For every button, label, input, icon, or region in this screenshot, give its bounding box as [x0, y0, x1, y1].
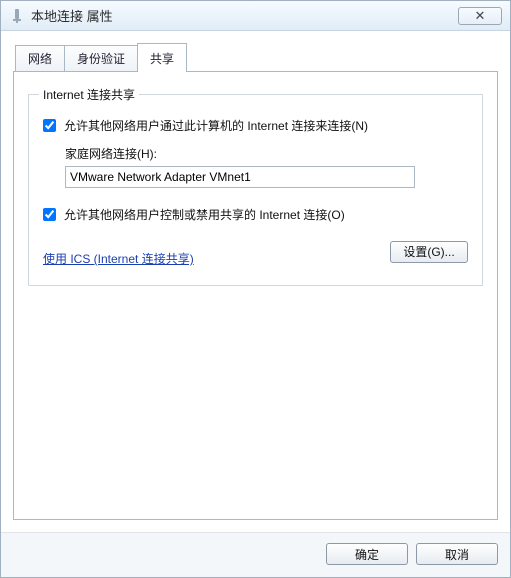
checkbox-allow-control[interactable]	[43, 208, 56, 221]
tabstrip: 网络 身份验证 共享	[13, 43, 498, 72]
group-internet-sharing: Internet 连接共享 允许其他网络用户通过此计算机的 Internet 连…	[28, 94, 483, 286]
home-network-block: 家庭网络连接(H):	[65, 145, 468, 188]
network-adapter-icon	[9, 8, 25, 24]
cancel-button[interactable]: 取消	[416, 543, 498, 565]
label-home-network: 家庭网络连接(H):	[65, 145, 468, 162]
row-allow-control: 允许其他网络用户控制或禁用共享的 Internet 连接(O)	[43, 206, 468, 224]
combo-home-network[interactable]	[65, 166, 415, 188]
close-button[interactable]: ✕	[458, 7, 502, 25]
row-link-settings: 使用 ICS (Internet 连接共享) 设置(G)...	[43, 236, 468, 267]
row-allow-share: 允许其他网络用户通过此计算机的 Internet 连接来连接(N)	[43, 117, 468, 135]
tab-auth[interactable]: 身份验证	[64, 45, 138, 72]
tab-network[interactable]: 网络	[15, 45, 65, 72]
titlebar: 本地连接 属性 ✕	[1, 1, 510, 31]
checkbox-allow-share[interactable]	[43, 119, 56, 132]
tab-sharing[interactable]: 共享	[137, 43, 187, 72]
tab-panel-sharing: Internet 连接共享 允许其他网络用户通过此计算机的 Internet 连…	[13, 71, 498, 520]
tab-label: 身份验证	[77, 52, 125, 66]
client-area: 网络 身份验证 共享 Internet 连接共享 允许其他网络用户通过此计算机的…	[1, 31, 510, 532]
dialog-footer: 确定 取消	[1, 532, 510, 577]
window-title: 本地连接 属性	[31, 6, 113, 25]
tab-label: 共享	[150, 52, 174, 66]
settings-button[interactable]: 设置(G)...	[390, 241, 468, 263]
tab-label: 网络	[28, 52, 52, 66]
dialog-window: 本地连接 属性 ✕ 网络 身份验证 共享 Internet 连接共享 允许其他网…	[0, 0, 511, 578]
ok-button[interactable]: 确定	[326, 543, 408, 565]
link-ics-help[interactable]: 使用 ICS (Internet 连接共享)	[43, 250, 194, 267]
group-title: Internet 连接共享	[39, 86, 139, 103]
label-allow-share: 允许其他网络用户通过此计算机的 Internet 连接来连接(N)	[64, 117, 368, 135]
label-allow-control: 允许其他网络用户控制或禁用共享的 Internet 连接(O)	[64, 206, 345, 224]
close-icon: ✕	[475, 8, 486, 24]
